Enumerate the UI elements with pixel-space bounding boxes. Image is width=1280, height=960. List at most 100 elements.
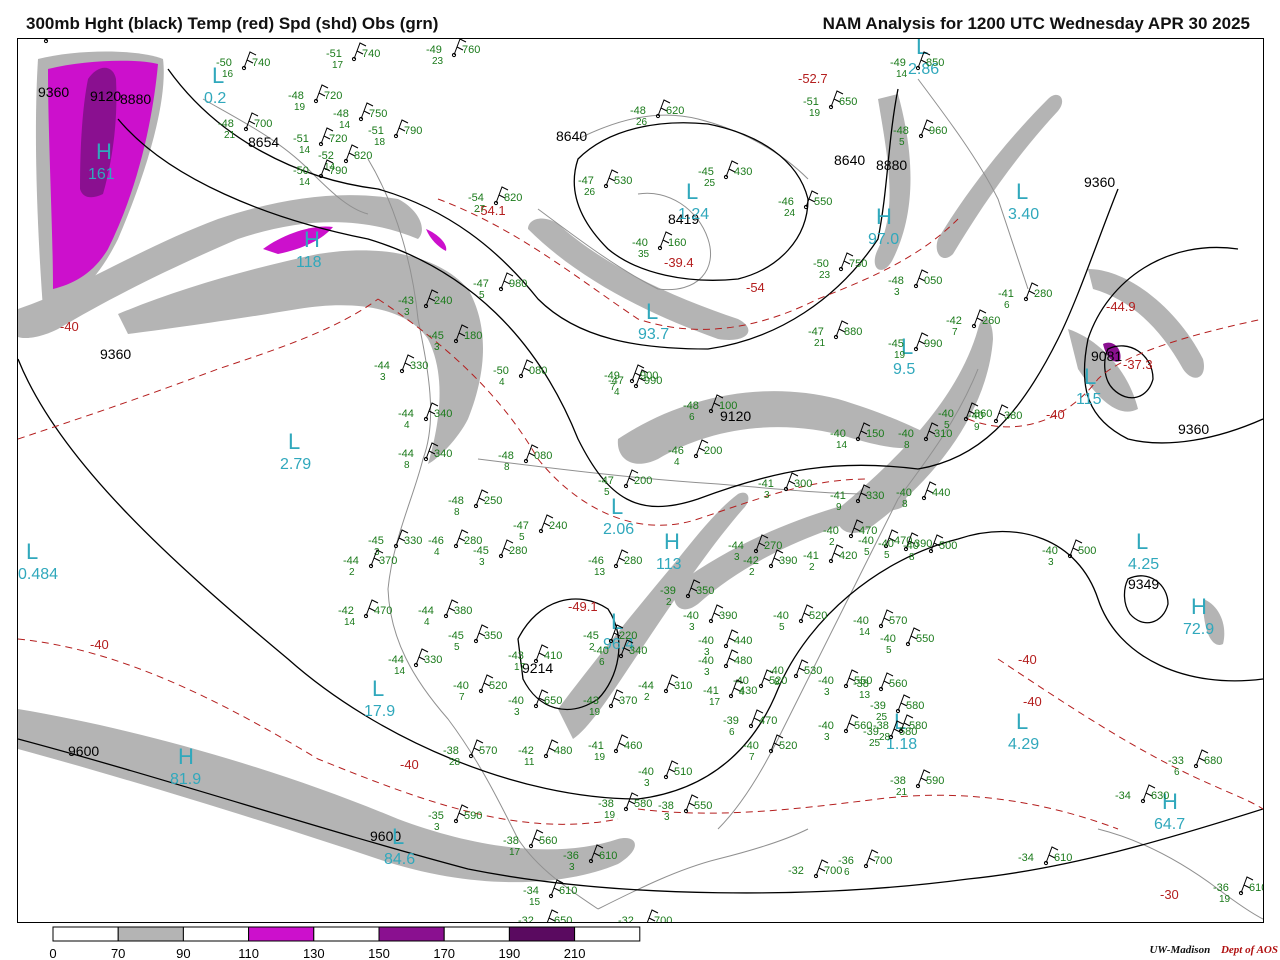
obs-temp: -34 xyxy=(1115,790,1131,802)
obs-height: 760 xyxy=(462,44,480,56)
obs-dewpoint-dep: 7 xyxy=(610,382,616,393)
obs-dewpoint-dep: 3 xyxy=(514,707,520,718)
obs-dewpoint-dep: 7 xyxy=(749,752,755,763)
obs-dewpoint-dep: 5 xyxy=(479,290,485,301)
obs-dewpoint-dep: 4 xyxy=(404,420,410,431)
obs-temp: -49 xyxy=(890,57,906,69)
obs-dewpoint-dep: 19 xyxy=(1219,894,1231,905)
obs-dewpoint-dep: 5 xyxy=(779,622,785,633)
station-obs: -45 3303 xyxy=(368,529,422,558)
obs-dewpoint-dep: 6 xyxy=(1004,300,1010,311)
station-obs: -38 550 3 xyxy=(658,794,712,823)
obs-temp: -47 xyxy=(578,175,594,187)
obs-dewpoint-dep: 3 xyxy=(824,732,830,743)
obs-height: 330 xyxy=(410,360,428,372)
obs-temp: -34 xyxy=(1018,852,1034,864)
station-obs: -45 350 5 xyxy=(448,624,502,653)
jet-streak-great-lakes xyxy=(617,391,938,464)
obs-height: 500 xyxy=(1078,545,1096,557)
obs-height: 440 xyxy=(932,487,950,499)
center-value: 72.9 xyxy=(1183,621,1214,638)
obs-temp: -32 xyxy=(788,865,804,877)
obs-temp: -48 xyxy=(888,275,904,287)
obs-temp: -50 xyxy=(293,165,309,177)
obs-dewpoint-dep: 14 xyxy=(394,666,406,677)
obs-temp: -41 xyxy=(830,490,846,502)
obs-temp: -40 xyxy=(878,538,894,550)
center-letter: L xyxy=(611,494,623,519)
station-obs: -40 390 3 xyxy=(683,604,737,633)
obs-dewpoint-dep: 11 xyxy=(524,757,535,768)
obs-height: 560 xyxy=(889,678,907,690)
obs-height: 350 xyxy=(696,585,714,597)
station-obs: -40 5308 xyxy=(768,659,822,688)
obs-temp: -42 xyxy=(518,745,534,757)
obs-height: 530 xyxy=(614,175,632,187)
obs-dewpoint-dep: 4 xyxy=(434,547,440,558)
obs-height: 500 xyxy=(939,540,957,552)
obs-temp: -46 xyxy=(668,445,684,457)
obs-height: 340 xyxy=(629,645,647,657)
station-obs: -40 650 3 xyxy=(508,689,562,718)
obs-dewpoint-dep: 9 xyxy=(836,502,842,513)
height-label: 8640 xyxy=(556,128,587,144)
temp-label: -39.4 xyxy=(664,255,694,270)
obs-height: 390 xyxy=(719,610,737,622)
obs-temp: -50 xyxy=(216,57,232,69)
obs-dewpoint-dep: 28 xyxy=(879,732,891,743)
obs-temp: -40 xyxy=(823,525,839,537)
center-letter: L xyxy=(26,539,38,564)
obs-dewpoint-dep: 13 xyxy=(594,567,606,578)
obs-temp: -50 xyxy=(813,258,829,270)
obs-height: 580 xyxy=(909,720,927,732)
obs-height: 720 xyxy=(329,133,347,145)
obs-temp: -36 xyxy=(1213,882,1229,894)
station-obs: -35 590 3 xyxy=(428,804,482,833)
obs-height: 750 xyxy=(369,108,387,120)
obs-height: 520 xyxy=(809,610,827,622)
station-obs: -46 200 4 xyxy=(668,439,722,468)
obs-dewpoint-dep: 17 xyxy=(332,60,344,71)
obs-dewpoint-dep: 6 xyxy=(1174,767,1180,778)
obs-dewpoint-dep: 6 xyxy=(844,867,850,878)
center-value: 3.40 xyxy=(1008,206,1039,223)
station-obs: -44 330 14 xyxy=(388,648,442,677)
obs-height: 160 xyxy=(668,237,686,249)
station-obs: -38 560 13 xyxy=(853,672,907,701)
station-obs: -49 900 7 xyxy=(604,364,658,393)
obs-temp: -46 xyxy=(778,196,794,208)
obs-temp: -40 xyxy=(1042,545,1058,557)
obs-dewpoint-dep: 14 xyxy=(299,145,311,156)
temp-contour-atlantic-south xyxy=(997,658,1263,810)
obs-height: 240 xyxy=(434,295,452,307)
station-obs: -40 550 5 xyxy=(880,627,934,656)
station-obs: -44 340 8 xyxy=(398,442,452,471)
obs-height: 550 xyxy=(814,196,832,208)
obs-dewpoint-dep: 19 xyxy=(894,350,906,361)
obs-temp: -38 xyxy=(503,835,519,847)
greenland-coast xyxy=(917,78,1029,290)
obs-temp: -40 xyxy=(818,675,834,687)
height-label: 8880 xyxy=(876,157,907,173)
obs-height: 200 xyxy=(634,475,652,487)
obs-temp: -43 xyxy=(398,295,414,307)
obs-height: 680 xyxy=(54,38,72,42)
obs-temp: -38 xyxy=(658,800,674,812)
obs-dewpoint-dep: 3 xyxy=(894,287,900,298)
obs-height: 470 xyxy=(759,715,777,727)
low-center: L 3.40 xyxy=(1008,179,1039,223)
legend-tick: 130 xyxy=(303,946,325,960)
station-obs: -40 440 8 xyxy=(896,481,950,510)
obs-temp: -49 xyxy=(426,44,442,56)
obs-dewpoint-dep: 3 xyxy=(689,622,695,633)
height-label: 8640 xyxy=(834,152,865,168)
legend-segment xyxy=(508,926,576,942)
legend-segment xyxy=(117,926,184,942)
jet-core-haida-110 xyxy=(426,229,447,251)
station-obs: -42 470 14 xyxy=(338,599,392,628)
height-label: 9214 xyxy=(522,660,553,676)
jet-streak-subtropical xyxy=(18,709,635,883)
obs-dewpoint-dep: 3 xyxy=(569,862,575,873)
obs-temp: -41 xyxy=(998,288,1014,300)
obs-height: 610 xyxy=(1249,882,1264,894)
